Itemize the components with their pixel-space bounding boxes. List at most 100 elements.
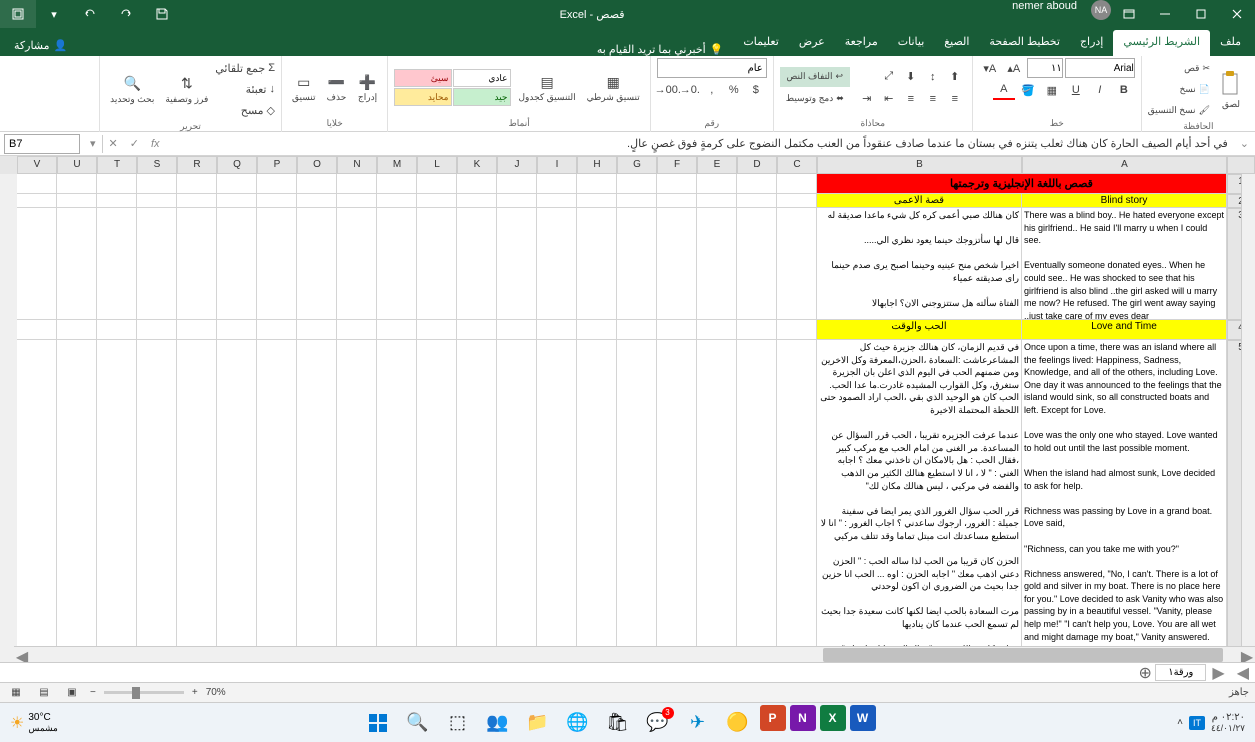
cell[interactable]: [697, 340, 737, 660]
tab-formulas[interactable]: الصيغ: [934, 30, 979, 56]
cell[interactable]: [737, 194, 777, 208]
maximize-icon[interactable]: [1183, 0, 1219, 28]
cell[interactable]: [537, 208, 577, 320]
cell[interactable]: [577, 340, 617, 660]
cell[interactable]: [577, 320, 617, 340]
save-icon[interactable]: [144, 0, 180, 28]
fill-button[interactable]: ↓ تعبئة: [215, 79, 275, 99]
minimize-icon[interactable]: [1147, 0, 1183, 28]
column-header[interactable]: R: [177, 156, 217, 174]
header-cell[interactable]: قصص باللغة الإنجليزية وترجمتها: [817, 174, 1227, 194]
cell[interactable]: [297, 174, 337, 194]
share-button[interactable]: 👤 مشاركة: [4, 35, 77, 56]
cell[interactable]: [337, 174, 377, 194]
cell[interactable]: [377, 174, 417, 194]
start-icon[interactable]: [360, 705, 396, 741]
paste-button[interactable]: لصق: [1213, 67, 1249, 112]
font-name-select[interactable]: [1065, 58, 1135, 78]
touch-mode-icon[interactable]: [0, 0, 36, 28]
cell[interactable]: [57, 320, 97, 340]
add-sheet-button[interactable]: ⊕: [1135, 663, 1155, 683]
cell[interactable]: [497, 320, 537, 340]
cell-style-good[interactable]: جيد: [453, 88, 511, 106]
cell[interactable]: [137, 208, 177, 320]
column-header[interactable]: A: [1022, 156, 1227, 174]
tab-view[interactable]: عرض: [789, 30, 835, 56]
cell[interactable]: [697, 208, 737, 320]
cell[interactable]: [617, 320, 657, 340]
cell[interactable]: [457, 340, 497, 660]
word-icon[interactable]: W: [850, 705, 876, 731]
cell[interactable]: [97, 194, 137, 208]
cell-style-neutral[interactable]: محايد: [394, 88, 452, 106]
fx-icon[interactable]: fx: [145, 138, 166, 150]
task-view-icon[interactable]: ⬚: [440, 705, 476, 741]
cell[interactable]: [657, 320, 697, 340]
cell[interactable]: [57, 340, 97, 660]
cell[interactable]: There was a blind boy.. He hated everyon…: [1022, 208, 1227, 320]
font-size-select[interactable]: [1027, 58, 1063, 78]
format-as-table-button[interactable]: ▤التنسيق كجدول: [514, 70, 579, 105]
column-header[interactable]: F: [657, 156, 697, 174]
cell[interactable]: Once upon a time, there was an island wh…: [1022, 340, 1227, 660]
cell[interactable]: [777, 208, 817, 320]
tab-pagelayout[interactable]: تخطيط الصفحة: [979, 30, 1070, 56]
cell[interactable]: [137, 320, 177, 340]
vertical-scrollbar[interactable]: [1241, 174, 1255, 646]
cell[interactable]: [17, 340, 57, 660]
cell[interactable]: [257, 194, 297, 208]
search-icon[interactable]: 🔍: [400, 705, 436, 741]
cell[interactable]: [137, 174, 177, 194]
indent-dec-icon[interactable]: ⇤: [878, 89, 900, 109]
column-header[interactable]: L: [417, 156, 457, 174]
cell-area[interactable]: قصص باللغة الإنجليزية وترجمتهاقصة الاعمى…: [0, 174, 1227, 660]
format-cells-button[interactable]: ▭تنسيق: [288, 70, 319, 105]
bold-button[interactable]: B: [1113, 80, 1135, 100]
customize-icon[interactable]: ▾: [36, 0, 72, 28]
cell[interactable]: [457, 320, 497, 340]
cell[interactable]: [377, 320, 417, 340]
cell[interactable]: [537, 320, 577, 340]
clear-button[interactable]: ◇ مسح: [215, 100, 275, 120]
insert-cells-button[interactable]: ➕إدراج: [353, 70, 381, 105]
column-header[interactable]: B: [817, 156, 1022, 174]
copy-button[interactable]: 📄 نسخ: [1148, 79, 1210, 99]
underline-button[interactable]: U: [1065, 80, 1087, 100]
cell[interactable]: [697, 320, 737, 340]
cell[interactable]: [57, 194, 97, 208]
tab-home[interactable]: الشريط الرئيسي: [1113, 30, 1210, 56]
cell[interactable]: [617, 340, 657, 660]
orientation-icon[interactable]: ⤢: [878, 67, 900, 87]
cell[interactable]: [537, 340, 577, 660]
column-header[interactable]: N: [337, 156, 377, 174]
cell[interactable]: [497, 194, 537, 208]
cell[interactable]: Love and Time: [1022, 320, 1227, 340]
percent-icon[interactable]: %: [723, 80, 745, 100]
wrap-text-button[interactable]: ↩ التفاف النص: [780, 67, 850, 87]
cancel-icon[interactable]: ✕: [103, 137, 124, 150]
cell[interactable]: [297, 340, 337, 660]
tell-me-search[interactable]: 💡 أخبرني بما تريد القيام به: [587, 43, 734, 56]
store-icon[interactable]: 🛍: [600, 705, 636, 741]
redo-icon[interactable]: [108, 0, 144, 28]
cell[interactable]: [457, 174, 497, 194]
undo-icon[interactable]: [72, 0, 108, 28]
cell[interactable]: [257, 340, 297, 660]
cell[interactable]: [297, 320, 337, 340]
cell[interactable]: [417, 340, 457, 660]
cell[interactable]: [457, 208, 497, 320]
clock-time[interactable]: ٠٢:٢٠ م: [1211, 712, 1245, 723]
decrease-decimal-icon[interactable]: .00→: [657, 80, 679, 100]
cell[interactable]: [377, 208, 417, 320]
align-top-icon[interactable]: ⬆: [944, 67, 966, 87]
tab-data[interactable]: بيانات: [888, 30, 935, 56]
cell[interactable]: [177, 194, 217, 208]
fill-color-button[interactable]: 🪣: [1017, 80, 1039, 100]
sheet-nav-next-icon[interactable]: ▶: [1206, 663, 1230, 683]
tab-insert[interactable]: إدراج: [1070, 30, 1113, 56]
column-header[interactable]: V: [17, 156, 57, 174]
cell[interactable]: [777, 174, 817, 194]
cell[interactable]: [657, 174, 697, 194]
page-layout-view-icon[interactable]: ▤: [34, 685, 54, 701]
column-header[interactable]: G: [617, 156, 657, 174]
